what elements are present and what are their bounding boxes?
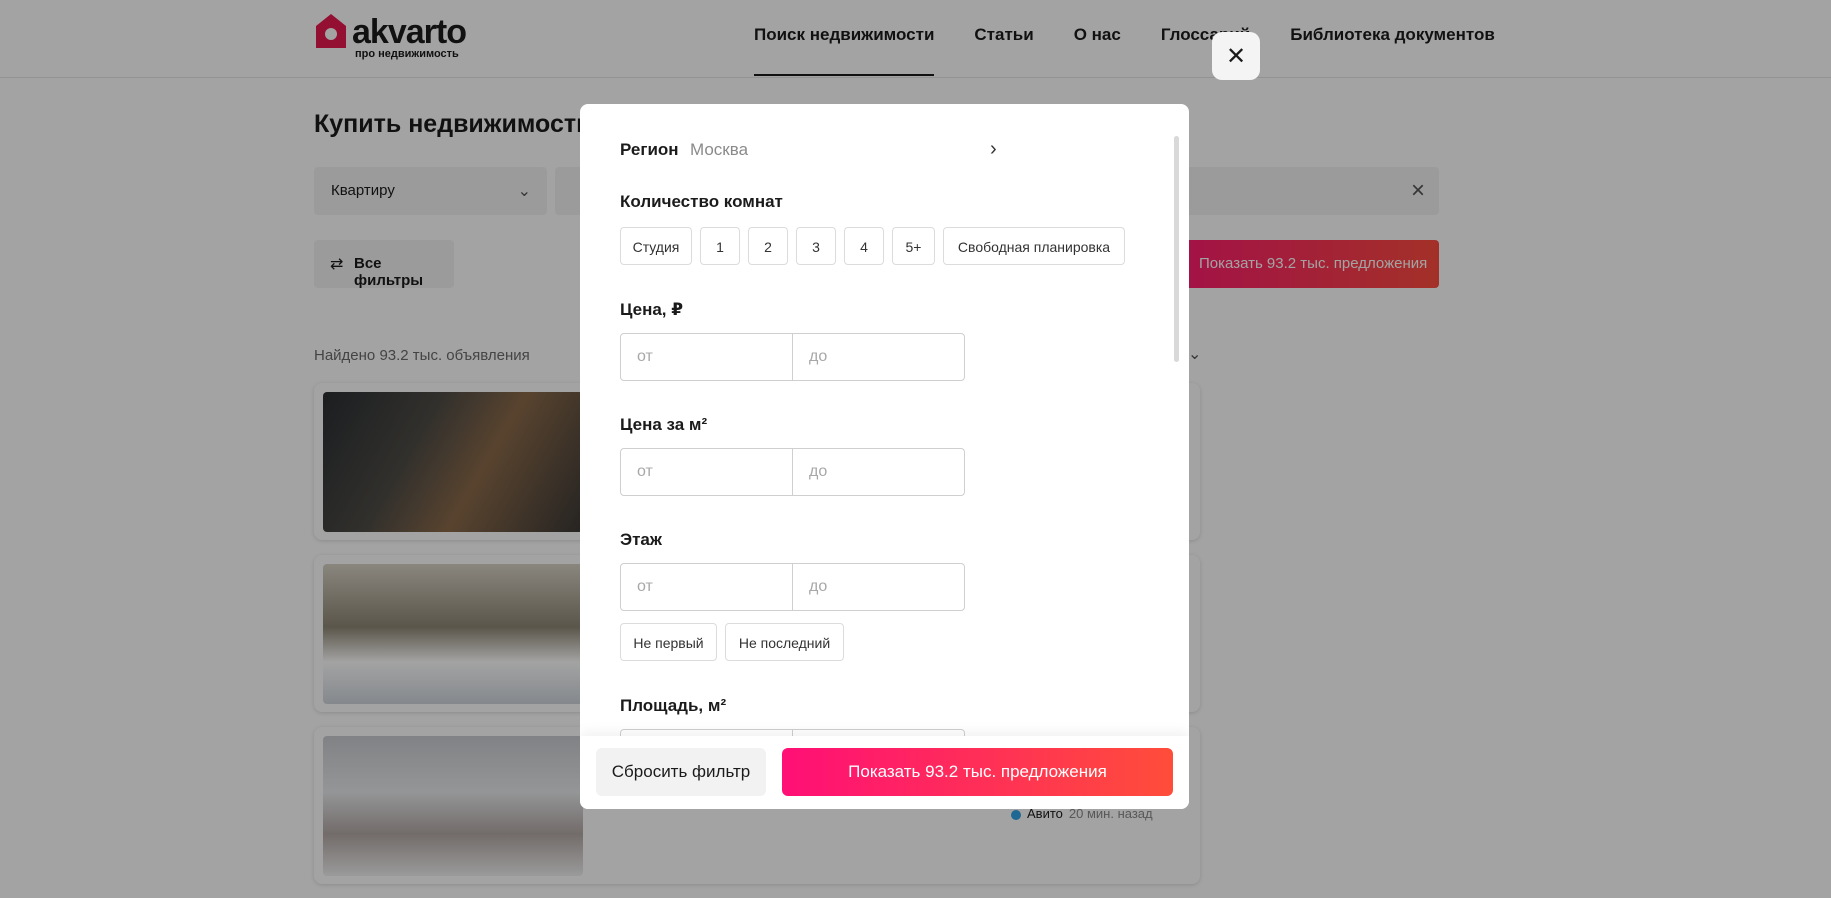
rooms-chip-2[interactable]: 2	[748, 227, 788, 265]
floor-from-input[interactable]	[621, 564, 793, 610]
close-icon: ✕	[1225, 43, 1247, 70]
area-label: Площадь, м²	[620, 696, 727, 715]
region-label: Регион	[620, 140, 679, 159]
rooms-chip-studio[interactable]: Студия	[620, 227, 692, 265]
rooms-chip-3[interactable]: 3	[796, 227, 836, 265]
filters-modal-body: Регион Москва › Количество комнат Студия…	[580, 104, 1189, 736]
modal-scrollbar[interactable]	[1174, 136, 1179, 362]
rooms-chip-free-layout[interactable]: Свободная планировка	[943, 227, 1125, 265]
rooms-chip-4[interactable]: 4	[844, 227, 884, 265]
region-selector[interactable]: Регион Москва ›	[620, 138, 1140, 162]
floor-label: Этаж	[620, 530, 662, 549]
price-per-sqm-label: Цена за м²	[620, 415, 708, 434]
close-modal-button[interactable]: ✕	[1212, 32, 1260, 80]
chevron-right-icon: ›	[990, 138, 997, 160]
price-label: Цена, ₽	[620, 300, 684, 319]
floor-to-input[interactable]	[793, 564, 964, 610]
region-value: Москва	[690, 140, 749, 159]
price-per-sqm-range	[620, 448, 965, 496]
price-range	[620, 333, 965, 381]
filters-modal: Регион Москва › Количество комнат Студия…	[580, 104, 1189, 809]
price-to-input[interactable]	[793, 334, 964, 380]
price-per-sqm-from-input[interactable]	[621, 449, 793, 495]
apply-filter-button[interactable]: Показать 93.2 тыс. предложения	[782, 748, 1173, 796]
floor-not-last-chip[interactable]: Не последний	[725, 623, 844, 661]
floor-not-first-chip[interactable]: Не первый	[620, 623, 717, 661]
floor-range	[620, 563, 965, 611]
price-from-input[interactable]	[621, 334, 793, 380]
area-range	[620, 729, 965, 736]
rooms-chip-1[interactable]: 1	[700, 227, 740, 265]
rooms-chip-5-plus[interactable]: 5+	[892, 227, 935, 265]
reset-filter-button[interactable]: Сбросить фильтр	[596, 748, 766, 796]
filters-modal-footer: Сбросить фильтр Показать 93.2 тыс. предл…	[580, 736, 1189, 809]
rooms-label: Количество комнат	[620, 192, 783, 211]
price-per-sqm-to-input[interactable]	[793, 449, 964, 495]
